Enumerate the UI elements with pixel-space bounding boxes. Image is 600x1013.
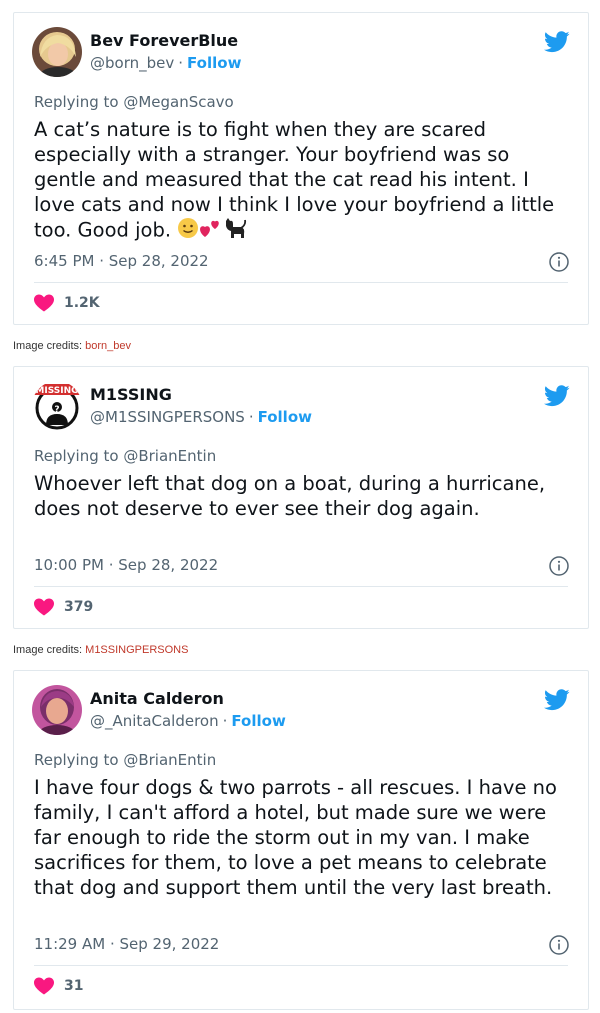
follow-button[interactable]: Follow xyxy=(258,408,312,426)
info-icon[interactable] xyxy=(548,251,570,273)
author-handle-row: @_AnitaCalderon · Follow xyxy=(90,712,286,730)
author-name[interactable]: Bev ForeverBlue xyxy=(90,31,238,51)
credit-link[interactable]: M1SSINGPERSONS xyxy=(85,644,188,656)
heart-icon xyxy=(34,294,54,312)
timestamp[interactable]: 11:29 AM · Sep 29, 2022 xyxy=(34,934,219,954)
like-count: 1.2K xyxy=(64,295,100,311)
author-handle-row: @born_bev · Follow xyxy=(90,54,242,72)
replying-to[interactable]: Replying to @MeganScavo xyxy=(34,92,234,112)
like-button[interactable]: 379 xyxy=(34,596,93,618)
avatar[interactable]: MISSING ? xyxy=(32,381,82,431)
timestamp[interactable]: 6:45 PM · Sep 28, 2022 xyxy=(34,251,209,271)
author-handle[interactable]: @_AnitaCalderon xyxy=(90,712,219,730)
follow-button[interactable]: Follow xyxy=(231,712,285,730)
author-handle[interactable]: @M1SSINGPERSONS xyxy=(90,408,245,426)
tweet-text: I have four dogs & two parrots - all res… xyxy=(34,776,557,899)
timestamp[interactable]: 10:00 PM · Sep 28, 2022 xyxy=(34,555,218,575)
author-handle-row: @M1SSINGPERSONS · Follow xyxy=(90,408,312,426)
info-icon[interactable] xyxy=(548,934,570,956)
twitter-bird-icon[interactable] xyxy=(544,385,570,407)
replying-to[interactable]: Replying to @BrianEntin xyxy=(34,446,216,466)
two-hearts-emoji-icon xyxy=(199,217,223,245)
missing-logo-text: MISSING xyxy=(35,386,78,396)
smile-emoji-icon xyxy=(177,217,199,245)
tweet-text: Whoever left that dog on a boat, during … xyxy=(34,472,546,520)
author-handle[interactable]: @born_bev xyxy=(90,54,174,72)
author-name[interactable]: M1SSING xyxy=(90,385,172,405)
heart-icon xyxy=(34,977,54,995)
heart-icon xyxy=(34,598,54,616)
image-credit: Image credits: born_bev xyxy=(13,340,132,352)
avatar[interactable] xyxy=(32,685,82,735)
twitter-bird-icon[interactable] xyxy=(544,689,570,711)
info-icon[interactable] xyxy=(548,555,570,577)
like-count: 31 xyxy=(64,978,84,994)
follow-button[interactable]: Follow xyxy=(187,54,241,72)
replying-to[interactable]: Replying to @BrianEntin xyxy=(34,750,216,770)
tweet-card: MISSING ? M1SSING @M1SSINGPERSONS · Follow… xyxy=(13,366,589,629)
divider xyxy=(34,586,568,587)
tweet-card: Bev ForeverBlue @born_bev · Follow Replyin… xyxy=(13,12,589,325)
divider xyxy=(34,282,568,283)
image-credit: Image credits: M1SSINGPERSONS xyxy=(13,644,189,656)
twitter-bird-icon[interactable] xyxy=(544,31,570,53)
tweet-text: A cat’s nature is to fight when they are… xyxy=(34,117,574,245)
like-button[interactable]: 1.2K xyxy=(34,292,100,314)
credit-link[interactable]: born_bev xyxy=(85,340,131,352)
author-name[interactable]: Anita Calderon xyxy=(90,689,224,709)
divider xyxy=(34,965,568,966)
like-count: 379 xyxy=(64,599,94,615)
black-cat-emoji-icon xyxy=(223,217,247,245)
tweet-card: Anita Calderon @_AnitaCalderon · Follow Re… xyxy=(13,670,589,1010)
svg-text:?: ? xyxy=(54,405,59,415)
like-button[interactable]: 31 xyxy=(34,975,83,997)
avatar[interactable] xyxy=(32,27,82,77)
